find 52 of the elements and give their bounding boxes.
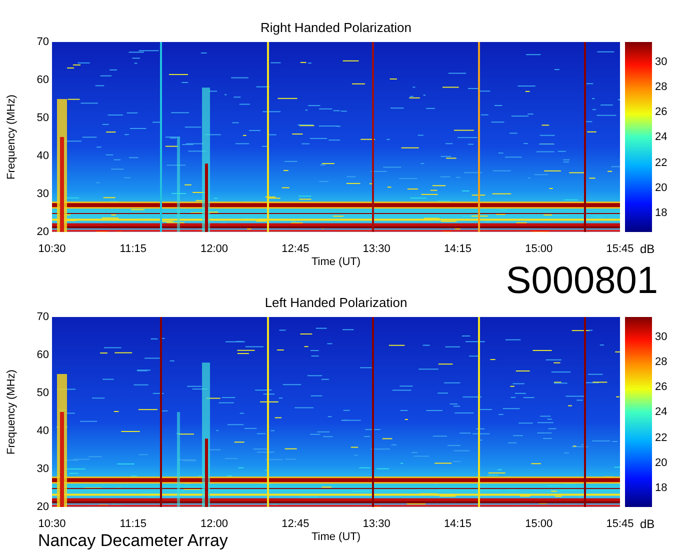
colorbar-tick-label: 30 bbox=[655, 330, 668, 344]
axis-tick-label: 50 bbox=[36, 386, 49, 400]
axis-tick-label: 60 bbox=[36, 73, 49, 87]
axis-tick-label: 14:15 bbox=[442, 242, 472, 256]
colorbar-tick-label: 28 bbox=[655, 355, 668, 370]
axis-tick-label: 12:45 bbox=[280, 242, 310, 256]
colorbar-tick-label: 28 bbox=[655, 80, 668, 94]
colorbar-tick-label: 30 bbox=[655, 55, 668, 69]
footer-label: Nancay Decameter Array bbox=[38, 531, 228, 550]
axis-tick-label: 15:45 bbox=[605, 242, 635, 256]
axis-label: Frequency (MHz) bbox=[5, 370, 17, 454]
axis-tick-label: 10:30 bbox=[37, 517, 67, 531]
axis-tick-label: 70 bbox=[36, 35, 49, 49]
chart-title: Right Handed Polarization bbox=[260, 20, 412, 36]
axis-tick-label: 12:00 bbox=[200, 242, 230, 256]
axis-tick-label: 50 bbox=[36, 111, 49, 125]
colorbar-tick-label: 26 bbox=[655, 380, 668, 394]
axis-tick-label: 12:45 bbox=[280, 517, 310, 531]
colorbar-tick-label: 18 bbox=[655, 206, 668, 220]
axis-tick-label: 40 bbox=[36, 149, 49, 163]
axis-tick-label: 11:15 bbox=[118, 242, 148, 256]
chart-title: Left Handed Polarization bbox=[264, 295, 408, 311]
axis-tick-label: 15:00 bbox=[524, 517, 554, 531]
axis-tick-label: 14:15 bbox=[442, 517, 472, 531]
colorbar-unit: dB bbox=[640, 517, 655, 531]
axis-tick-label: 11:15 bbox=[118, 517, 148, 531]
axis-label: Frequency (MHz) bbox=[5, 94, 17, 180]
axis-tick-label: 12:00 bbox=[200, 517, 230, 531]
colorbar-tick-label: 22 bbox=[655, 430, 668, 445]
colorbar-tick-label: 26 bbox=[655, 105, 668, 120]
colorbar-tick-label: 24 bbox=[655, 405, 668, 420]
axis-tick-label: 60 bbox=[36, 348, 49, 362]
axis-tick-label: 20 bbox=[36, 500, 49, 514]
event-id: S000801 bbox=[506, 261, 658, 301]
axis-tick-label: 15:45 bbox=[605, 517, 635, 531]
colorbar-tick-label: 18 bbox=[655, 480, 668, 495]
axis-tick-label: 70 bbox=[36, 310, 49, 324]
axis-tick-label: 30 bbox=[36, 462, 49, 476]
axis-label: Time (UT) bbox=[311, 256, 361, 269]
axis-tick-label: 13:30 bbox=[362, 517, 392, 531]
axis-tick-label: 15:00 bbox=[524, 242, 554, 256]
colorbar-tick-label: 20 bbox=[655, 180, 668, 195]
axis-tick-label: 13:30 bbox=[362, 242, 392, 256]
axis-tick-label: 10:30 bbox=[37, 242, 67, 256]
axis-label: Time (UT) bbox=[311, 531, 361, 544]
axis-tick-label: 20 bbox=[36, 225, 49, 239]
axis-tick-label: 30 bbox=[36, 187, 49, 201]
colorbar-tick-label: 20 bbox=[655, 456, 668, 470]
colorbar-tick-label: 22 bbox=[655, 156, 668, 170]
axis-tick-label: 40 bbox=[36, 424, 49, 438]
colorbar-unit: dB bbox=[640, 242, 655, 256]
colorbar-tick-label: 24 bbox=[655, 130, 668, 144]
